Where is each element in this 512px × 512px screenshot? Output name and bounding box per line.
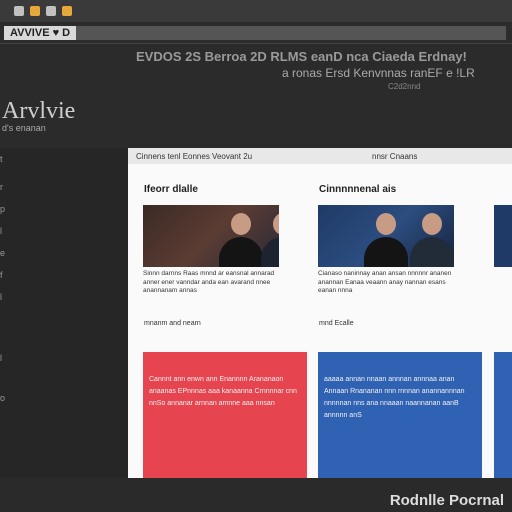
article-card-1[interactable]: Ifeorr dlalle Sinnn darnns Raas mnnd ar … (128, 164, 296, 334)
promo-panel-text: Cannnt ann enwn ann Enannnn Arananaon an… (149, 376, 297, 407)
sidebar-item-7[interactable]: l (0, 292, 2, 302)
sidebar-item-8[interactable]: l (0, 353, 2, 363)
content-nav: Cinnens tenl Eonnes Veovant 2u nnsr Cnaa… (128, 148, 512, 164)
main-content: Cinnens tenl Eonnes Veovant 2u nnsr Cnaa… (128, 148, 512, 478)
header-headline: EVDOS 2S Berroa 2D RLMS eanD nca Ciaeda … (136, 49, 467, 64)
article-card-2[interactable]: Cinnnnnenal ais Cianaso naninnay anan an… (303, 164, 471, 334)
promo-panel-red[interactable]: Cannnt ann enwn ann Enannnn Arananaon an… (143, 352, 307, 478)
article-card-image[interactable] (143, 205, 279, 267)
person-figure (410, 211, 454, 267)
content-nav-right[interactable]: nnsr Cnaans (372, 152, 417, 161)
tab-dot-2[interactable] (30, 6, 40, 16)
person-figure (261, 211, 279, 267)
sidebar-item-9[interactable]: o (0, 393, 5, 403)
sidebar-item-1[interactable]: t (0, 154, 3, 164)
article-card-title[interactable]: Cinnnnnenal ais (319, 184, 396, 195)
brand-logo[interactable]: Arvlvie (2, 98, 75, 124)
sidebar-item-6[interactable]: f (0, 270, 3, 280)
status-bar: Rodnlle Pocrnal (0, 478, 512, 512)
tab-dot-4[interactable] (62, 6, 72, 16)
promo-panel-text: aaaaa annan nnaan annnan annnaa anan Ann… (324, 376, 465, 419)
article-card-3-image-partial[interactable] (494, 205, 512, 267)
tab-dot-3[interactable] (46, 6, 56, 16)
toolbar: AVVIVE ♥ D (0, 22, 512, 44)
content-nav-left[interactable]: Cinnens tenl Eonnes Veovant 2u (136, 152, 252, 161)
article-card-excerpt: Sinnn darnns Raas mnnd ar eansnal annara… (143, 270, 275, 294)
address-bar[interactable]: AVVIVE ♥ D (4, 25, 77, 40)
sidebar: t r p l e f l l o (0, 148, 128, 478)
article-card-title[interactable]: Ifeorr dlalle (144, 184, 198, 195)
article-card-excerpt: Cianaso naninnay anan ansan nnnnnr anane… (318, 270, 452, 294)
sidebar-item-3[interactable]: p (0, 204, 5, 214)
promo-panel-blue[interactable]: aaaaa annan nnaan annnan annnaa anan Ann… (318, 352, 482, 478)
promo-panel-partial[interactable] (494, 352, 512, 478)
person-figure (219, 211, 263, 267)
header-caption: C2d2nnd (388, 82, 421, 91)
page-header: EVDOS 2S Berroa 2D RLMS eanD nca Ciaeda … (0, 44, 512, 148)
address-bar-extension[interactable] (76, 25, 506, 40)
header-subline: a ronas Ersd Kenvnnas ranEF e !LR (282, 66, 475, 80)
article-card-image[interactable] (318, 205, 454, 267)
sidebar-item-4[interactable]: l (0, 226, 2, 236)
tab-strip (0, 0, 512, 22)
sidebar-item-5[interactable]: e (0, 248, 5, 258)
footer-label: Rodnlle Pocrnal (389, 492, 504, 509)
tab-dot-1[interactable] (14, 6, 24, 16)
brand-tagline: d's enanan (2, 123, 46, 133)
person-figure (364, 211, 408, 267)
sidebar-item-2[interactable]: r (0, 182, 3, 192)
article-card-meta[interactable]: mnanm and nearn (144, 320, 201, 327)
article-card-meta[interactable]: mnd Ecalle (319, 320, 354, 327)
